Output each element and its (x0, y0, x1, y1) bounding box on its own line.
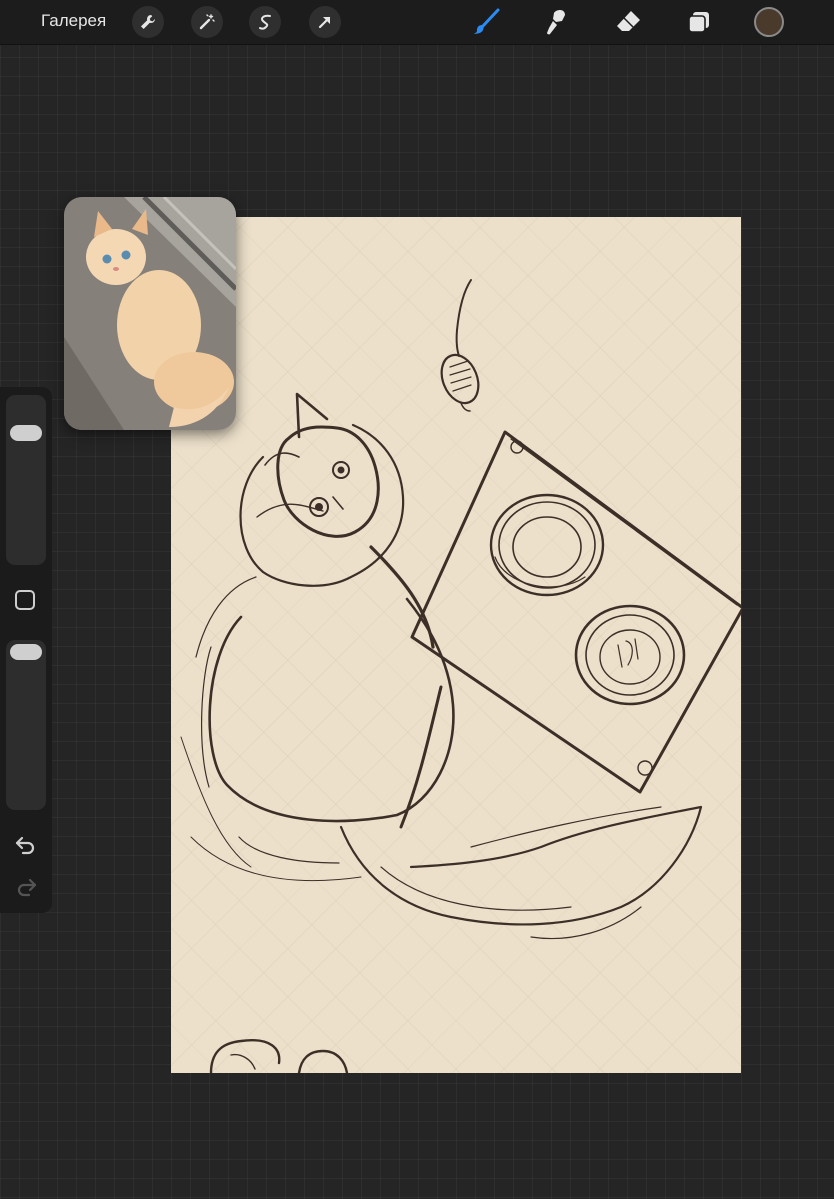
opacity-slider[interactable] (6, 640, 46, 810)
cat-reference-image (64, 197, 236, 430)
wrench-icon[interactable] (132, 6, 164, 38)
gallery-button[interactable]: Галерея (41, 11, 106, 31)
top-toolbar: Галерея (0, 0, 834, 45)
brush-icon[interactable] (470, 6, 502, 38)
layers-icon[interactable] (683, 6, 715, 38)
drawing-canvas[interactable] (171, 217, 741, 1073)
smudge-icon[interactable] (541, 6, 573, 38)
opacity-slider-thumb[interactable] (10, 644, 42, 660)
modify-square-icon[interactable] (15, 590, 35, 610)
selection-icon[interactable] (249, 6, 281, 38)
reference-photo-window[interactable] (64, 197, 236, 430)
color-picker-button[interactable] (754, 7, 784, 37)
brush-size-slider[interactable] (6, 395, 46, 565)
magic-wand-icon[interactable] (191, 6, 223, 38)
left-sidebar (0, 387, 52, 913)
eraser-icon[interactable] (612, 6, 644, 38)
brush-size-slider-thumb[interactable] (10, 425, 42, 441)
transform-arrow-icon[interactable] (309, 6, 341, 38)
redo-icon[interactable] (14, 877, 38, 897)
undo-icon[interactable] (14, 835, 38, 855)
cat-sketch-drawing (180, 279, 741, 1073)
